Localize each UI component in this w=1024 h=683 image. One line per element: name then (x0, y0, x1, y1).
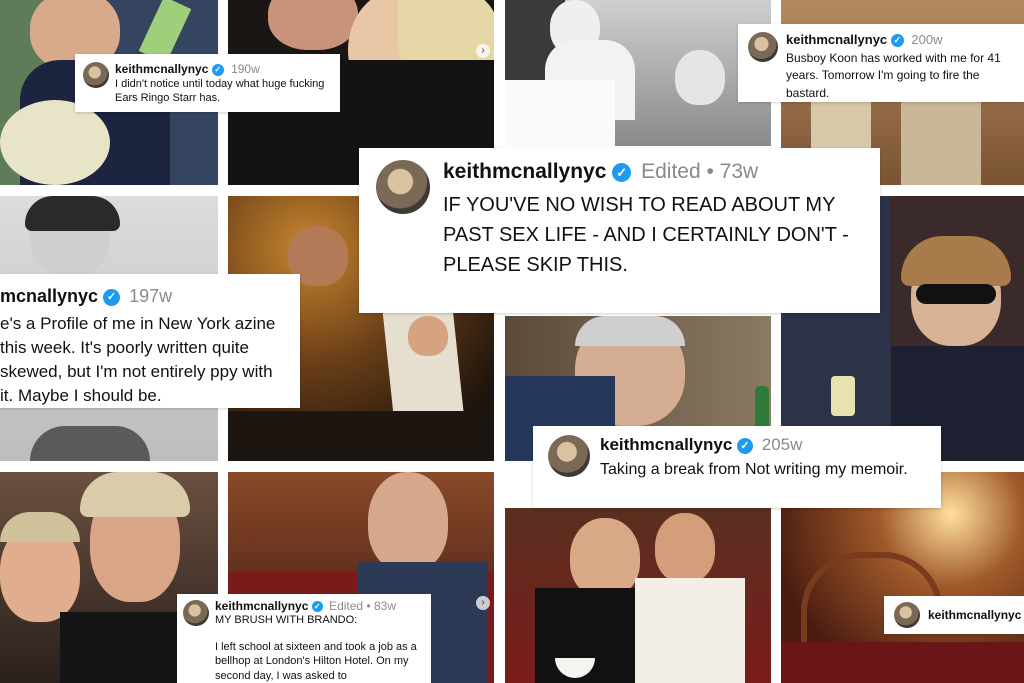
post-caption-card: keithmcnallynyc ✓ Edited • 73w IF YOU'VE… (359, 148, 880, 313)
verified-badge-icon: ✓ (890, 34, 904, 48)
caption-text: e's a Profile of me in New York azine th… (0, 314, 276, 406)
carousel-next-icon[interactable]: › (476, 596, 490, 610)
post-caption-card: keithmcnallynyc ✓ 190w I didn't notice u… (75, 54, 340, 112)
post-caption-card: keithmcnallynyc (884, 596, 1024, 634)
post-caption-card: keithmcnallynyc ✓ 200w Busboy Koon has w… (738, 24, 1024, 102)
photo-tile-11[interactable] (505, 508, 771, 683)
post-caption-card: keithmcnallynyc ✓ Edited • 83w MY BRUSH … (177, 594, 431, 683)
caption-text: I left school at sixteen and took a job … (215, 641, 417, 682)
caption-title: MY BRUSH WITH BRANDO: (215, 614, 358, 626)
verified-badge-icon: ✓ (103, 288, 121, 306)
separator-dot: • (366, 599, 371, 613)
separator-dot: • (706, 160, 714, 183)
username[interactable]: keithmcnallynyc (115, 62, 208, 76)
verified-badge-icon: ✓ (612, 162, 632, 182)
username[interactable]: keithmcnallynyc (215, 599, 308, 613)
username[interactable]: keithmcnallynyc (928, 608, 1021, 622)
avatar[interactable] (894, 602, 920, 628)
post-age: 197w (129, 286, 173, 306)
verified-badge-icon: ✓ (311, 601, 323, 613)
post-caption-card: keithmcnallynyc ✓ 205w Taking a break fr… (533, 426, 941, 508)
avatar[interactable] (183, 600, 209, 626)
post-age: 200w (911, 32, 943, 47)
post-caption-card: mcnallynyc ✓ 197w e's a Profile of me in… (0, 274, 300, 408)
username[interactable]: mcnallynyc (0, 286, 98, 306)
edited-label: Edited (329, 599, 364, 613)
avatar[interactable] (376, 160, 430, 214)
post-age: 190w (231, 62, 260, 76)
caption-text: Taking a break from Not writing my memoi… (600, 461, 908, 478)
verified-badge-icon: ✓ (211, 63, 224, 76)
username[interactable]: keithmcnallynyc (443, 160, 606, 183)
username[interactable]: keithmcnallynyc (786, 32, 887, 47)
avatar[interactable] (548, 435, 590, 477)
post-age: 73w (719, 160, 759, 183)
edited-label: Edited (641, 160, 701, 183)
post-age: 83w (373, 599, 396, 613)
photo-tile-3[interactable] (505, 0, 771, 146)
caption-text: I didn't notice until today what huge fu… (115, 78, 325, 104)
caption-text: Busboy Koon has worked with me for 41 ye… (786, 51, 1001, 100)
carousel-next-icon[interactable]: › (476, 44, 490, 58)
avatar[interactable] (83, 62, 109, 88)
username[interactable]: keithmcnallynyc (600, 435, 732, 454)
caption-text: IF YOU'VE NO WISH TO READ ABOUT MY PAST … (443, 194, 849, 276)
avatar[interactable] (748, 32, 778, 62)
verified-badge-icon: ✓ (737, 437, 754, 454)
post-age: 205w (761, 435, 803, 454)
